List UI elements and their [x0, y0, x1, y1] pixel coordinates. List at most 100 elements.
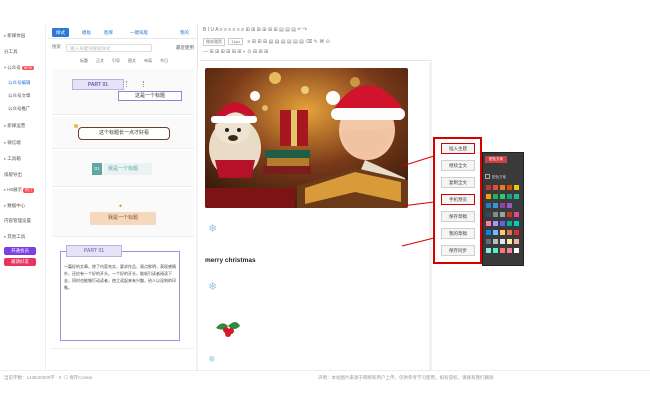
color-swatch[interactable]	[507, 203, 512, 208]
color-swatch[interactable]	[507, 212, 512, 217]
color-swatch[interactable]	[493, 230, 498, 235]
panel-scrollbar[interactable]	[196, 69, 198, 369]
color-swatch[interactable]	[486, 185, 491, 190]
color-swatch[interactable]	[500, 221, 505, 226]
my-drafts-button[interactable]: 我的草稿	[441, 228, 475, 239]
template-item[interactable]: PART 01 一篇好的文章，除了内容充实，要求作品、观点鲜明，表现感情外，还应…	[52, 239, 194, 349]
snowflake-icon: ❄	[208, 281, 218, 293]
color-swatch[interactable]	[514, 212, 519, 217]
color-swatch[interactable]	[493, 194, 498, 199]
copy-all-button[interactable]: 复制全文	[441, 177, 475, 188]
color-swatch[interactable]	[486, 221, 491, 226]
subtab-1[interactable]: 正文	[96, 58, 104, 64]
template-list: PART 01 这是一个标题 这个标题长一点才好看 01 我是一个标题 ✦ 我是…	[52, 69, 194, 369]
continue-button[interactable]: 继续全文	[441, 160, 475, 171]
color-swatch[interactable]	[493, 185, 498, 190]
color-swatch[interactable]	[486, 230, 491, 235]
color-swatch[interactable]	[507, 239, 512, 244]
toolbar-row-1[interactable]: B I U A ≡ ≡ ≡ ≡ ≡ ≡ ⊞ ⊞ ⊞ ⊞ ⊞ ⊞ ▤ ▤ ▤ ↶ …	[203, 27, 431, 36]
color-swatch[interactable]	[514, 194, 519, 199]
subtab-4[interactable]: 布局	[144, 58, 152, 64]
save-draft-button[interactable]: 保存草稿	[441, 211, 475, 222]
color-swatch[interactable]	[493, 221, 498, 226]
christmas-photo[interactable]	[205, 68, 408, 208]
recent-link[interactable]: 最近使用	[176, 45, 194, 51]
color-swatch[interactable]	[493, 239, 498, 244]
toolbar-row-3[interactable]: — ⊞ ⊞ ⊞ ⊞ ⊞ ⊞ ◐ ⊙ ⊞ ⊞ ⊞	[203, 49, 431, 58]
template-item[interactable]: 这个标题长一点才好看	[52, 117, 194, 149]
editor-heading[interactable]: merry christmas	[205, 257, 256, 264]
color-swatch[interactable]	[514, 221, 519, 226]
color-swatch[interactable]	[500, 194, 505, 199]
nav-item-4[interactable]: 公众号文章	[8, 93, 31, 99]
vip-button[interactable]: 开通会员	[4, 247, 36, 255]
palette-header[interactable]: 配色方案	[485, 156, 507, 163]
size-select[interactable]: 16px	[228, 38, 244, 45]
search-input[interactable]: 输入关键词搜索样式	[66, 44, 152, 52]
nav-item-8[interactable]: ▸工具箱	[4, 156, 21, 162]
tab-style[interactable]: 样式	[52, 28, 69, 37]
subtab-0[interactable]: 标题	[80, 58, 88, 64]
color-swatch[interactable]	[507, 185, 512, 190]
left-nav: ▸新媒体园 分工具 ▾公众号 NEW 公众号编辑 公众号文章 公众号推广 ▸新媒运…	[0, 25, 46, 370]
nav-item-11[interactable]: ▸数据中心	[4, 203, 25, 209]
custom-checkbox[interactable]	[485, 174, 490, 179]
nav-item-7[interactable]: ▸微信端	[4, 140, 21, 146]
template-item[interactable]: 01 我是一个标题	[52, 151, 194, 187]
color-swatch[interactable]	[486, 194, 491, 199]
snowflake-icon: ❄	[208, 354, 216, 364]
nav-item-13[interactable]: ▸其他工具	[4, 234, 25, 240]
subtab-3[interactable]: 图文	[128, 58, 136, 64]
font-select[interactable]: 微软雅黑	[203, 38, 225, 46]
color-swatch[interactable]	[507, 230, 512, 235]
nav-item-9[interactable]: 排版导出	[4, 172, 22, 178]
tab-gallery[interactable]: 图库	[100, 28, 117, 37]
color-swatch[interactable]	[493, 203, 498, 208]
toolbar-icons[interactable]: ≡ ⊞ ⊞ ⊞ ▤ ▤ ▤ ▤ ▤ ▤ ⌫ ✎ ⌘ ⊙	[247, 39, 329, 45]
nav-item-5[interactable]: 公众号推广	[8, 106, 31, 112]
subtab-2[interactable]: 引导	[112, 58, 120, 64]
nav-item-0[interactable]: ▸新媒体园	[4, 33, 25, 39]
template-item[interactable]: PART 01 这是一个标题	[52, 69, 194, 115]
insert-topic-button[interactable]: 插入主题	[441, 143, 475, 154]
phone-preview-button[interactable]: 手机预览	[441, 194, 475, 205]
search-label: 搜索	[52, 44, 61, 49]
tab-mine[interactable]: 我的	[176, 28, 193, 37]
color-swatch[interactable]	[514, 185, 519, 190]
color-swatch[interactable]	[500, 185, 505, 190]
nav-item-2[interactable]: ▾公众号 NEW	[4, 65, 34, 71]
nav-item-3[interactable]: 公众号编辑	[8, 80, 31, 86]
tab-template[interactable]: 模板	[78, 28, 95, 37]
invite-button[interactable]: 邀请好友	[4, 258, 36, 266]
subtab-5[interactable]: 节日	[160, 58, 168, 64]
color-swatch[interactable]	[507, 248, 512, 253]
color-swatch[interactable]	[486, 248, 491, 253]
color-swatch[interactable]	[486, 203, 491, 208]
color-swatch[interactable]	[514, 203, 519, 208]
save-sync-button[interactable]: 保存同步	[441, 245, 475, 256]
color-swatch[interactable]	[500, 230, 505, 235]
snowflake-icon: ❄	[208, 223, 218, 235]
color-swatch[interactable]	[486, 212, 491, 217]
color-swatch[interactable]	[493, 248, 498, 253]
color-swatch[interactable]	[500, 203, 505, 208]
cookie-toggle[interactable]: ☐ 保存Cookie	[64, 375, 92, 381]
color-swatch[interactable]	[514, 248, 519, 253]
color-swatch[interactable]	[493, 212, 498, 217]
color-swatch[interactable]	[514, 230, 519, 235]
side-action-menu: 插入主题 继续全文 复制全文 手机预览 保存草稿 我的草稿 保存同步	[433, 137, 482, 264]
nav-item-6[interactable]: ▸新媒运营	[4, 123, 25, 129]
nav-item-12[interactable]: 内容管理设置	[4, 218, 31, 224]
color-swatch[interactable]	[500, 212, 505, 217]
color-swatch[interactable]	[507, 194, 512, 199]
color-swatch[interactable]	[486, 239, 491, 244]
color-swatch[interactable]	[500, 248, 505, 253]
template-item[interactable]: ✦ 我是一个标题	[52, 189, 194, 237]
tab-auto-layout[interactable]: 一键排版	[126, 28, 152, 37]
hot-badge: 热门	[23, 188, 35, 193]
color-swatch[interactable]	[507, 221, 512, 226]
nav-item-10[interactable]: ▸H5展示 热门	[4, 187, 35, 193]
color-swatch[interactable]	[514, 239, 519, 244]
color-swatch[interactable]	[500, 239, 505, 244]
nav-item-1[interactable]: 分工具	[4, 49, 18, 55]
